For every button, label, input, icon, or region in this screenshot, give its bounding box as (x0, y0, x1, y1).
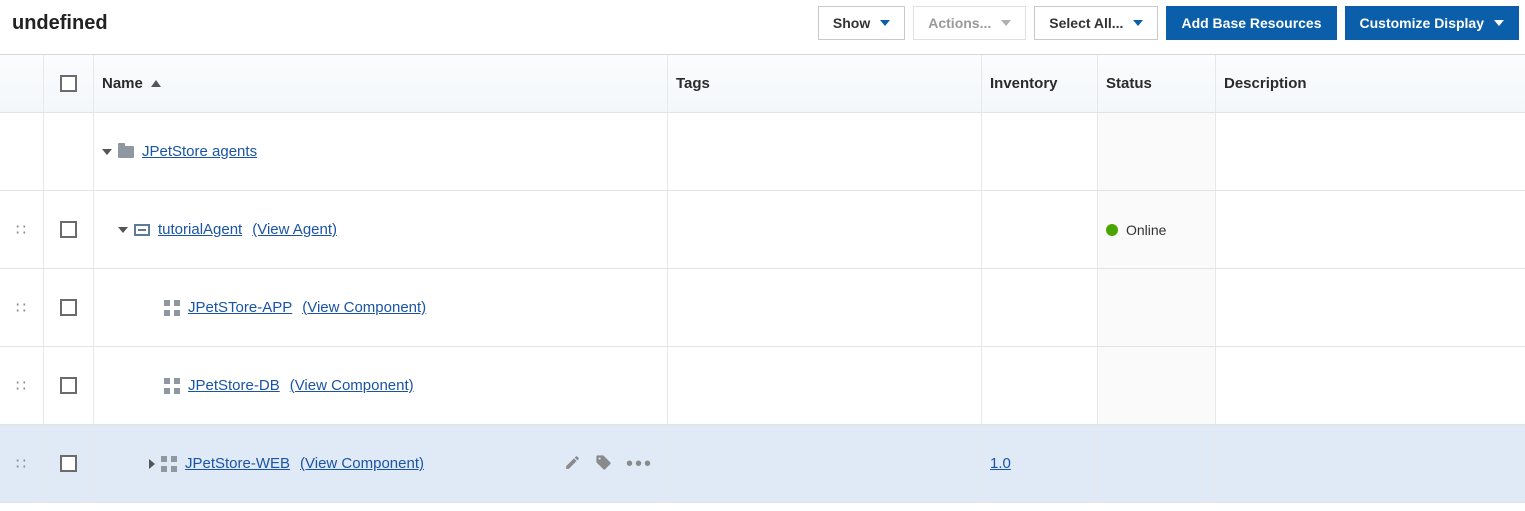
resource-link[interactable]: JPetStore agents (142, 143, 257, 160)
row-checkbox[interactable] (60, 221, 77, 238)
tags-cell (668, 269, 982, 346)
tags-cell (668, 113, 982, 190)
resource-link[interactable]: JPetStore-WEB (185, 455, 290, 472)
name-cell: JPetStore-DB (View Component) (94, 347, 668, 424)
view-component-link[interactable]: (View Component) (290, 377, 414, 394)
resource-link[interactable]: tutorialAgent (158, 221, 242, 238)
header-checkbox-cell (44, 55, 94, 112)
show-label: Show (833, 15, 870, 31)
checkbox-cell (44, 191, 94, 268)
drag-handle[interactable]: ∷ (0, 269, 44, 346)
row-actions: ••• (564, 454, 659, 474)
tag-icon[interactable] (595, 454, 612, 474)
status-cell (1098, 113, 1216, 190)
toolbar: undefined Show Actions... Select All... … (0, 0, 1525, 46)
name-cell: JPetStore agents (94, 113, 668, 190)
description-cell (1216, 191, 1525, 268)
row-checkbox[interactable] (60, 299, 77, 316)
checkbox-cell (44, 269, 94, 346)
select-all-checkbox[interactable] (60, 75, 77, 92)
status-dot-icon (1106, 224, 1118, 236)
resource-link[interactable]: JPetSTore-APP (188, 299, 292, 316)
inventory-cell (982, 347, 1098, 424)
inventory-cell: 1.0 (982, 425, 1098, 502)
show-dropdown[interactable]: Show (818, 6, 905, 40)
status-cell (1098, 347, 1216, 424)
inventory-cell (982, 191, 1098, 268)
row-checkbox[interactable] (60, 455, 77, 472)
tags-cell (668, 425, 982, 502)
header-tags[interactable]: Tags (668, 55, 982, 112)
resource-table: Name Tags Inventory Status Description J… (0, 54, 1525, 503)
component-icon (164, 378, 180, 394)
expand-toggle[interactable] (102, 149, 112, 155)
header-description[interactable]: Description (1216, 55, 1525, 112)
component-icon (161, 456, 177, 472)
status-cell (1098, 425, 1216, 502)
row-checkbox[interactable] (60, 377, 77, 394)
header-inventory[interactable]: Inventory (982, 55, 1098, 112)
drag-handle[interactable]: ∷ (0, 191, 44, 268)
header-name[interactable]: Name (94, 55, 668, 112)
resource-link[interactable]: JPetStore-DB (188, 377, 280, 394)
status-text: Online (1126, 222, 1166, 238)
expand-toggle[interactable] (118, 227, 128, 233)
customize-display-dropdown[interactable]: Customize Display (1345, 6, 1519, 40)
expand-toggle[interactable] (149, 459, 155, 469)
caret-down-icon (1133, 20, 1143, 26)
header-status[interactable]: Status (1098, 55, 1216, 112)
checkbox-cell (44, 425, 94, 502)
table-row: ∷ JPetStore-DB (View Component) (0, 347, 1525, 425)
caret-down-icon (1494, 20, 1504, 26)
description-cell (1216, 347, 1525, 424)
select-all-dropdown[interactable]: Select All... (1034, 6, 1158, 40)
view-component-link[interactable]: (View Component) (302, 299, 426, 316)
tags-cell (668, 191, 982, 268)
table-row: JPetStore agents (0, 113, 1525, 191)
name-cell: JPetStore-WEB (View Component) ••• (94, 425, 668, 502)
more-actions-icon[interactable]: ••• (626, 454, 653, 474)
drag-handle (0, 113, 44, 190)
table-row: ∷ JPetStore-WEB (View Component) ••• 1.0 (0, 425, 1525, 503)
description-cell (1216, 425, 1525, 502)
component-icon (164, 300, 180, 316)
caret-down-icon (1001, 20, 1011, 26)
page-title: undefined (12, 12, 108, 35)
select-all-label: Select All... (1049, 15, 1123, 31)
inventory-cell (982, 269, 1098, 346)
tags-cell (668, 347, 982, 424)
add-base-resources-button[interactable]: Add Base Resources (1166, 6, 1336, 40)
table-row: ∷ JPetSTore-APP (View Component) (0, 269, 1525, 347)
drag-handle[interactable]: ∷ (0, 347, 44, 424)
name-cell: JPetSTore-APP (View Component) (94, 269, 668, 346)
header-handle (0, 55, 44, 112)
table-row: ∷ tutorialAgent (View Agent) Online (0, 191, 1525, 269)
view-agent-link[interactable]: (View Agent) (252, 221, 337, 238)
caret-down-icon (880, 20, 890, 26)
checkbox-cell (44, 347, 94, 424)
description-cell (1216, 113, 1525, 190)
view-component-link[interactable]: (View Component) (300, 455, 424, 472)
inventory-cell (982, 113, 1098, 190)
status-cell (1098, 269, 1216, 346)
checkbox-cell (44, 113, 94, 190)
status-cell: Online (1098, 191, 1216, 268)
name-cell: tutorialAgent (View Agent) (94, 191, 668, 268)
actions-label: Actions... (928, 15, 991, 31)
inventory-link[interactable]: 1.0 (990, 455, 1011, 472)
agent-icon (134, 224, 150, 236)
drag-handle[interactable]: ∷ (0, 425, 44, 502)
edit-icon[interactable] (564, 454, 581, 474)
description-cell (1216, 269, 1525, 346)
actions-dropdown: Actions... (913, 6, 1026, 40)
sort-asc-icon (151, 80, 161, 87)
table-header: Name Tags Inventory Status Description (0, 55, 1525, 113)
folder-icon (118, 146, 134, 158)
